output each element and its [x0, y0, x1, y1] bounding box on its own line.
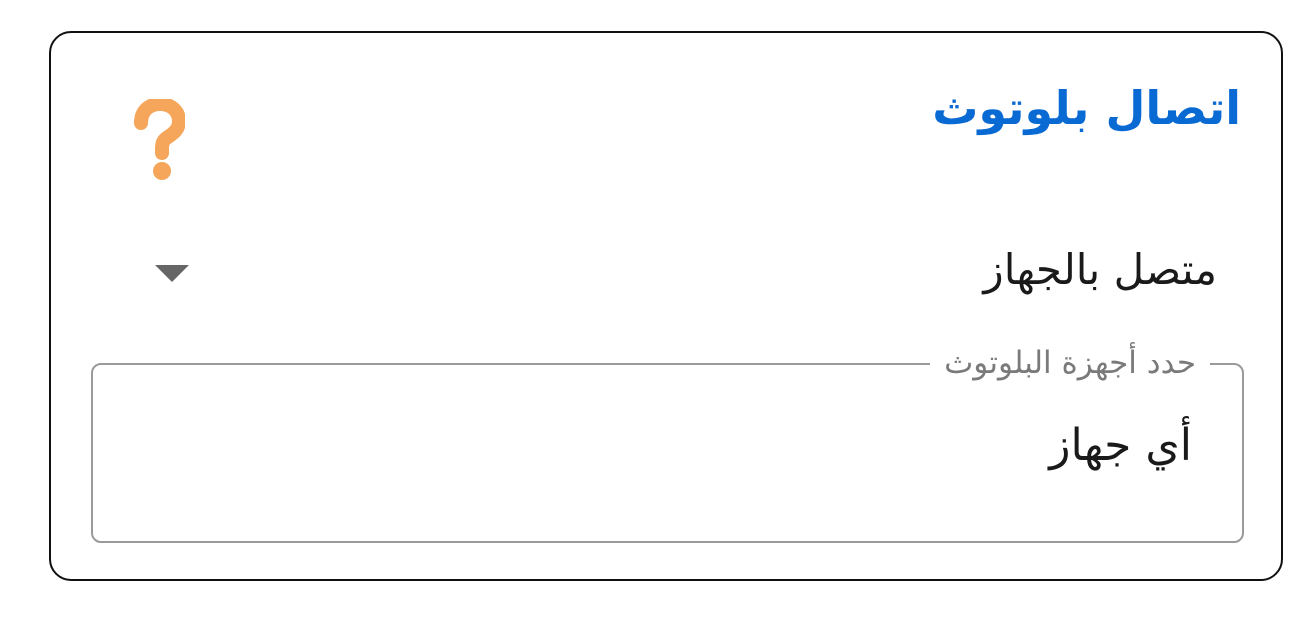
- bluetooth-connection-card: اتصال بلوتوث متصل بالجهاز حدد أجهزة البل…: [49, 31, 1283, 581]
- question-mark-icon[interactable]: [131, 99, 185, 183]
- connection-type-dropdown[interactable]: متصل بالجهاز: [141, 243, 1217, 303]
- bluetooth-device-field[interactable]: حدد أجهزة البلوتوث أي جهاز: [91, 343, 1244, 543]
- dropdown-arrow-icon[interactable]: [155, 265, 189, 282]
- bluetooth-device-field-label: حدد أجهزة البلوتوث: [930, 343, 1210, 384]
- card-title: اتصال بلوتوث: [932, 81, 1241, 135]
- connection-type-value: متصل بالجهاز: [983, 245, 1217, 294]
- bluetooth-device-input[interactable]: أي جهاز: [113, 415, 1192, 485]
